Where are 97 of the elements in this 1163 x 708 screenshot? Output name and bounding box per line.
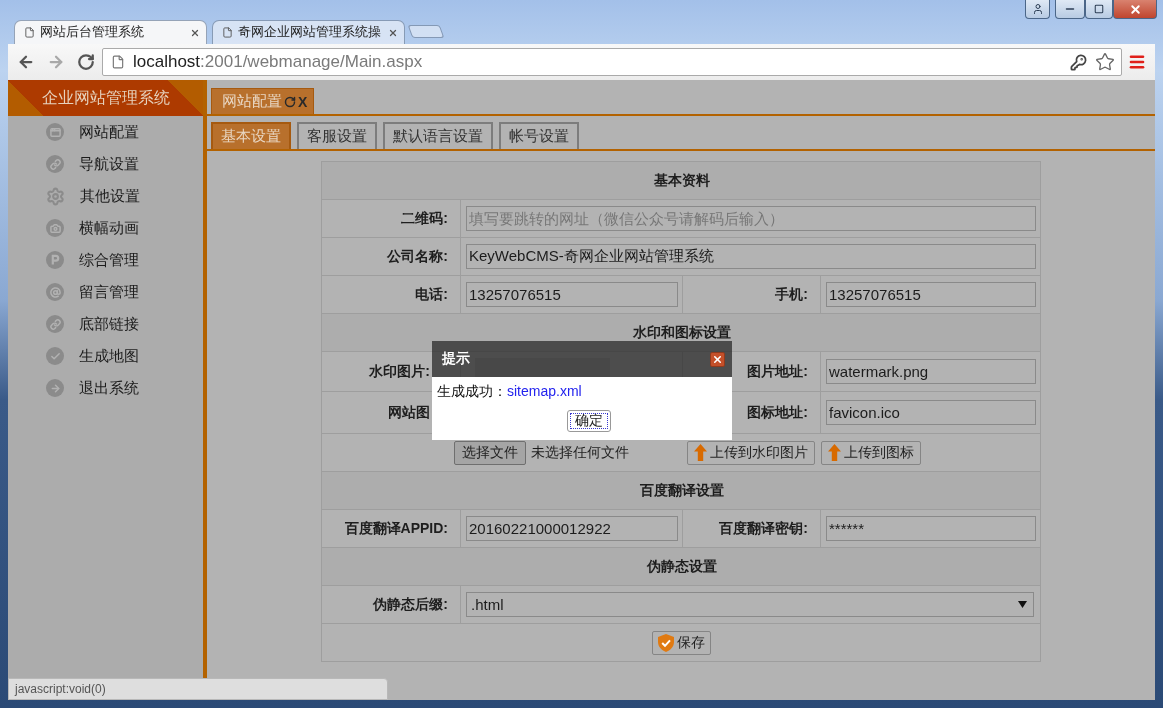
sidebar-item[interactable]: 生成地图 — [8, 340, 203, 372]
field-label: 电话: — [415, 285, 448, 304]
field-label: 图片地址: — [747, 362, 808, 381]
up-arrow-icon — [693, 444, 707, 461]
text-field[interactable]: 13257076515 — [826, 282, 1036, 307]
field-label: 网站图 — [388, 403, 430, 422]
sidebar-item[interactable]: 留言管理 — [8, 276, 203, 308]
forward-arrow-icon — [47, 53, 65, 71]
sidebar-item[interactable]: 其他设置 — [8, 180, 203, 212]
close-icon — [712, 353, 723, 365]
reload-icon — [77, 53, 95, 71]
maximize-button[interactable] — [1085, 0, 1113, 19]
text-field[interactable]: 20160221000012922 — [466, 516, 678, 541]
maximize-icon — [1094, 4, 1104, 14]
sidebar-item-label: 留言管理 — [79, 282, 139, 302]
user-button[interactable] — [1025, 0, 1050, 19]
settings-icon — [46, 186, 65, 206]
close-button[interactable] — [1113, 0, 1157, 19]
dialog-message: 生成成功：sitemap.xml — [436, 383, 582, 401]
sidebar-item-label: 底部链接 — [79, 314, 139, 334]
url-text: localhost:2001/webmanage/Main.aspx — [133, 52, 424, 72]
dialog-title: 提示 — [442, 350, 470, 368]
address-bar[interactable]: localhost:2001/webmanage/Main.aspx — [102, 48, 1122, 76]
back-button[interactable] — [17, 53, 35, 71]
section-header: 基本资料 — [322, 162, 1041, 200]
sidebar-item[interactable]: 底部链接 — [8, 308, 203, 340]
sidebar-item[interactable]: 退出系统 — [8, 372, 203, 404]
save-button[interactable]: 保存 — [652, 630, 711, 655]
field-label: 伪静态后缀: — [373, 595, 448, 614]
sidebar-item-label: 导航设置 — [79, 154, 139, 174]
arrow-right-icon — [46, 379, 64, 397]
file-status-text: 未选择任何文件 — [530, 443, 629, 462]
text-field[interactable]: 13257076515 — [466, 282, 678, 307]
sidebar-item-label: 横幅动画 — [79, 218, 139, 238]
user-icon — [1031, 3, 1044, 15]
page-tab-label: 网站配置 — [222, 92, 282, 111]
upload-button[interactable]: 上传到水印图片 — [686, 440, 815, 465]
choose-file-button[interactable]: 选择文件 — [453, 440, 526, 465]
camera-icon — [46, 219, 64, 237]
settings-tab[interactable]: 默认语言设置 — [383, 122, 493, 149]
status-bubble: javascript:void(0) — [8, 678, 388, 700]
close-icon — [1128, 2, 1142, 16]
sidebar-item-label: 生成地图 — [79, 346, 139, 366]
text-field[interactable]: KeyWebCMS-奇网企业网站管理系统 — [466, 244, 1036, 269]
section-header: 百度翻译设置 — [322, 472, 1041, 510]
shield-check-icon — [658, 633, 674, 652]
refresh-icon[interactable] — [284, 95, 296, 108]
sidebar-item[interactable]: 综合管理 — [8, 244, 203, 276]
reload-button[interactable] — [77, 53, 95, 71]
browser-tab[interactable]: 网站后台管理系统 — [14, 20, 207, 44]
settings-tab[interactable]: 客服设置 — [297, 122, 377, 149]
field-label: 图标地址: — [747, 403, 808, 422]
dialog-close-button[interactable] — [710, 351, 725, 367]
sidebar-item[interactable]: 网站配置 — [8, 116, 203, 148]
menu-button[interactable] — [1128, 53, 1146, 71]
check-icon — [46, 347, 64, 365]
caret-icon — [1018, 601, 1027, 608]
sidebar-item[interactable]: 横幅动画 — [8, 212, 203, 244]
sidebar-item-label: 网站配置 — [79, 122, 139, 142]
text-field[interactable]: ****** — [826, 516, 1036, 541]
select-field[interactable]: .html — [466, 592, 1034, 617]
field-label: 公司名称: — [387, 247, 448, 266]
page-icon — [111, 55, 125, 69]
text-field[interactable]: favicon.ico — [826, 400, 1036, 425]
p-sign-icon — [46, 251, 64, 269]
sitemap-link[interactable]: sitemap.xml — [507, 383, 582, 399]
sidebar-item-label: 退出系统 — [79, 378, 139, 398]
page-tab[interactable]: 网站配置 X — [211, 88, 315, 114]
ok-button[interactable]: 确定 — [567, 410, 611, 432]
sidebar-item-label: 其他设置 — [80, 186, 140, 206]
settings-tab[interactable]: 帐号设置 — [499, 122, 579, 149]
section-header: 伪静态设置 — [322, 548, 1041, 586]
sidebar-header: 企业网站管理系统 — [8, 80, 203, 116]
field-label: 百度翻译APPID: — [344, 519, 448, 538]
field-label: 手机: — [775, 285, 808, 304]
sidebar-item[interactable]: 导航设置 — [8, 148, 203, 180]
menu-icon — [1128, 53, 1146, 71]
close-icon[interactable] — [190, 27, 200, 38]
key-icon[interactable] — [1070, 53, 1087, 71]
minimize-button[interactable] — [1055, 0, 1085, 19]
window-icon — [46, 123, 64, 141]
field-label: 百度翻译密钥: — [719, 519, 808, 538]
up-arrow-icon — [827, 444, 841, 461]
close-icon[interactable] — [388, 27, 398, 38]
page-icon — [24, 27, 35, 38]
sidebar-item-label: 综合管理 — [79, 250, 139, 270]
tab-close-button[interactable]: X — [298, 93, 308, 110]
at-sign-icon — [46, 283, 64, 301]
page-icon — [222, 27, 233, 38]
star-icon[interactable] — [1095, 52, 1115, 72]
link-icon — [46, 315, 64, 333]
link-icon — [46, 155, 64, 173]
browser-tab[interactable]: 奇网企业网站管理系统操 — [212, 20, 405, 44]
field-label: 水印图片: — [369, 362, 430, 381]
text-field[interactable]: watermark.png — [826, 359, 1036, 384]
upload-button[interactable]: 上传到图标 — [820, 440, 921, 465]
field-label: 二维码: — [401, 209, 448, 228]
